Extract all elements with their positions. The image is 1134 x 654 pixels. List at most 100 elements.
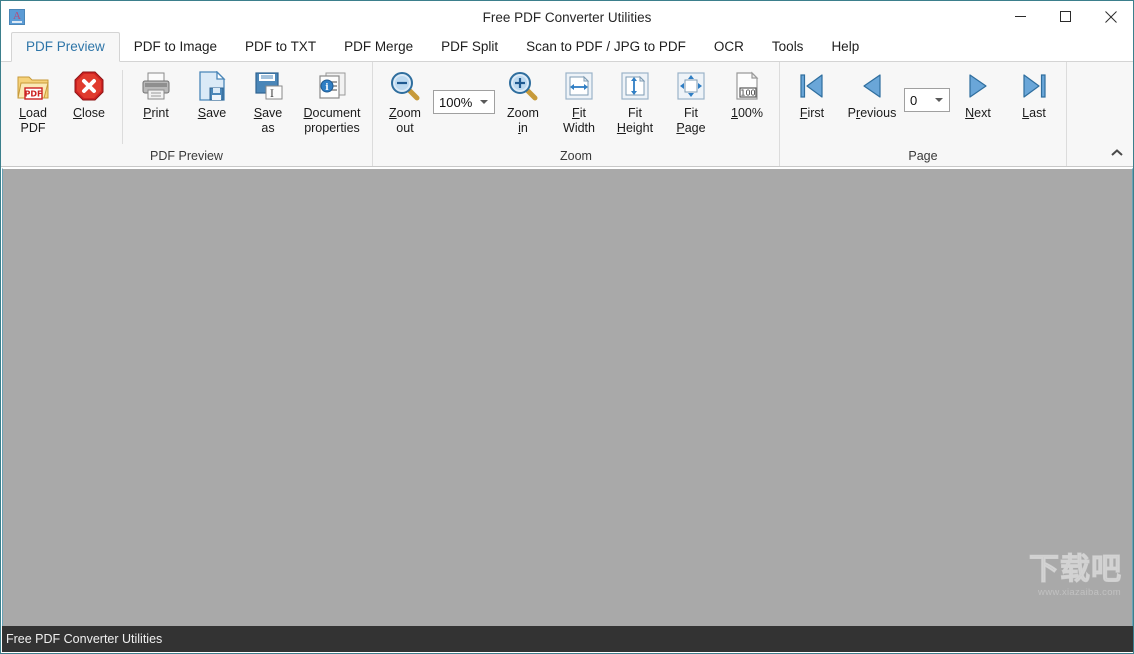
next-page-button[interactable]: Next: [950, 66, 1006, 140]
last-page-button[interactable]: Last: [1006, 66, 1062, 140]
page-number-value: 0: [910, 93, 917, 108]
fit-width-button[interactable]: FitWidth: [551, 66, 607, 140]
tab-pdf-to-txt[interactable]: PDF to TXT: [231, 32, 330, 61]
save-as-icon: I: [252, 70, 284, 102]
watermark-logo-text: 下载吧: [1029, 554, 1122, 586]
svg-text:100: 100: [740, 89, 755, 98]
magnifier-plus-icon: [507, 70, 539, 102]
tab-pdf-to-image[interactable]: PDF to Image: [120, 32, 231, 61]
document-info-icon: i: [316, 70, 348, 102]
close-icon[interactable]: [1088, 1, 1133, 32]
load-pdf-label: LoadPDF: [19, 106, 47, 136]
zoom-level-value: 100%: [439, 95, 472, 110]
close-button[interactable]: Close: [61, 66, 117, 140]
zoom-100-icon: 100: [731, 70, 763, 102]
zoom-100-label: 100%: [731, 106, 763, 121]
svg-text:i: i: [325, 83, 329, 93]
tab-label: Scan to PDF / JPG to PDF: [526, 39, 686, 54]
save-label: Save: [198, 106, 227, 121]
printer-icon: [140, 70, 172, 102]
status-bar: Free PDF Converter Utilities: [2, 626, 1133, 652]
tab-pdf-preview[interactable]: PDF Preview: [11, 32, 120, 62]
tab-label: PDF Preview: [26, 39, 105, 54]
skip-first-icon: [796, 70, 828, 102]
ribbon-group-pdf-preview: PDF LoadPDF Close: [1, 62, 372, 166]
ribbon-group-label-zoom: Zoom: [377, 149, 775, 166]
window-title: Free PDF Converter Utilities: [1, 10, 1133, 25]
tab-label: Help: [831, 39, 859, 54]
ribbon-group-page: First Previous 0: [779, 62, 1066, 166]
ribbon: PDF LoadPDF Close: [1, 62, 1133, 167]
fit-height-button[interactable]: FitHeight: [607, 66, 663, 140]
load-pdf-button[interactable]: PDF LoadPDF: [5, 66, 61, 140]
pdf-preview-canvas[interactable]: 下载吧 www.xiazaiba.com: [2, 168, 1133, 626]
triangle-left-icon: [856, 70, 888, 102]
zoom-in-label: Zoomin: [507, 106, 539, 136]
zoom-level-combo[interactable]: 100%: [433, 90, 495, 114]
zoom-100-button[interactable]: 100 100%: [719, 66, 775, 140]
fit-page-button[interactable]: FitPage: [663, 66, 719, 140]
tab-help[interactable]: Help: [817, 32, 873, 61]
chevron-down-icon[interactable]: [480, 100, 488, 104]
last-page-label: Last: [1022, 106, 1046, 121]
chevron-up-icon[interactable]: [1107, 144, 1127, 162]
status-bar-text: Free PDF Converter Utilities: [6, 632, 162, 646]
next-page-label: Next: [965, 106, 991, 121]
tab-label: PDF Merge: [344, 39, 413, 54]
magnifier-minus-icon: [389, 70, 421, 102]
ribbon-group-label-pdf-preview: PDF Preview: [5, 149, 368, 166]
fit-width-icon: [563, 70, 595, 102]
fit-width-label: FitWidth: [563, 106, 595, 136]
close-label: Close: [73, 106, 105, 121]
window-controls: [998, 1, 1133, 33]
print-button[interactable]: Print: [128, 66, 184, 140]
skip-last-icon: [1018, 70, 1050, 102]
ribbon-tab-strip: PDF Preview PDF to Image PDF to TXT PDF …: [1, 33, 1133, 62]
document-properties-label: Documentproperties: [304, 106, 361, 136]
title-bar: A Free PDF Converter Utilities: [1, 1, 1133, 33]
close-octagon-icon: [73, 70, 105, 102]
save-as-button[interactable]: I Saveas: [240, 66, 296, 140]
ribbon-group-zoom: Zoomout 100%: [372, 62, 779, 166]
svg-text:I: I: [270, 89, 274, 100]
zoom-in-button[interactable]: Zoomin: [495, 66, 551, 140]
group-divider: [122, 70, 123, 144]
tab-pdf-split[interactable]: PDF Split: [427, 32, 512, 61]
zoom-out-label: Zoomout: [389, 106, 421, 136]
first-page-button[interactable]: First: [784, 66, 840, 140]
document-properties-button[interactable]: i Documentproperties: [296, 66, 368, 140]
tab-label: PDF to TXT: [245, 39, 316, 54]
ribbon-group-label-page: Page: [784, 149, 1062, 166]
application-window: A Free PDF Converter Utilities PDF Previ…: [0, 0, 1134, 654]
save-as-label: Saveas: [254, 106, 283, 136]
tab-label: OCR: [714, 39, 744, 54]
tab-tools[interactable]: Tools: [758, 32, 818, 61]
previous-page-button[interactable]: Previous: [840, 66, 904, 140]
page-number-combo[interactable]: 0: [904, 88, 950, 112]
chevron-down-icon[interactable]: [935, 98, 943, 102]
minimize-icon[interactable]: [998, 1, 1043, 32]
page-number-combo-wrap: 0: [904, 66, 950, 112]
save-button[interactable]: Save: [184, 66, 240, 140]
fit-height-label: FitHeight: [617, 106, 653, 136]
maximize-icon[interactable]: [1043, 1, 1088, 32]
tab-label: PDF to Image: [134, 39, 217, 54]
tab-label: PDF Split: [441, 39, 498, 54]
watermark-url-text: www.xiazaiba.com: [1038, 587, 1121, 598]
previous-page-label: Previous: [848, 106, 897, 121]
tab-scan-to-pdf[interactable]: Scan to PDF / JPG to PDF: [512, 32, 700, 61]
pdf-document-icon: A: [9, 9, 25, 25]
fit-height-icon: [619, 70, 651, 102]
zoom-level-combo-wrap: 100%: [433, 66, 495, 114]
fit-page-icon: [675, 70, 707, 102]
folder-pdf-icon: PDF: [17, 70, 49, 102]
first-page-label: First: [800, 106, 824, 121]
zoom-out-button[interactable]: Zoomout: [377, 66, 433, 140]
site-watermark: 下载吧 www.xiazaiba.com: [966, 554, 1126, 600]
triangle-right-icon: [962, 70, 994, 102]
save-document-icon: [196, 70, 228, 102]
svg-text:PDF: PDF: [25, 90, 43, 99]
print-label: Print: [143, 106, 169, 121]
tab-ocr[interactable]: OCR: [700, 32, 758, 61]
tab-pdf-merge[interactable]: PDF Merge: [330, 32, 427, 61]
